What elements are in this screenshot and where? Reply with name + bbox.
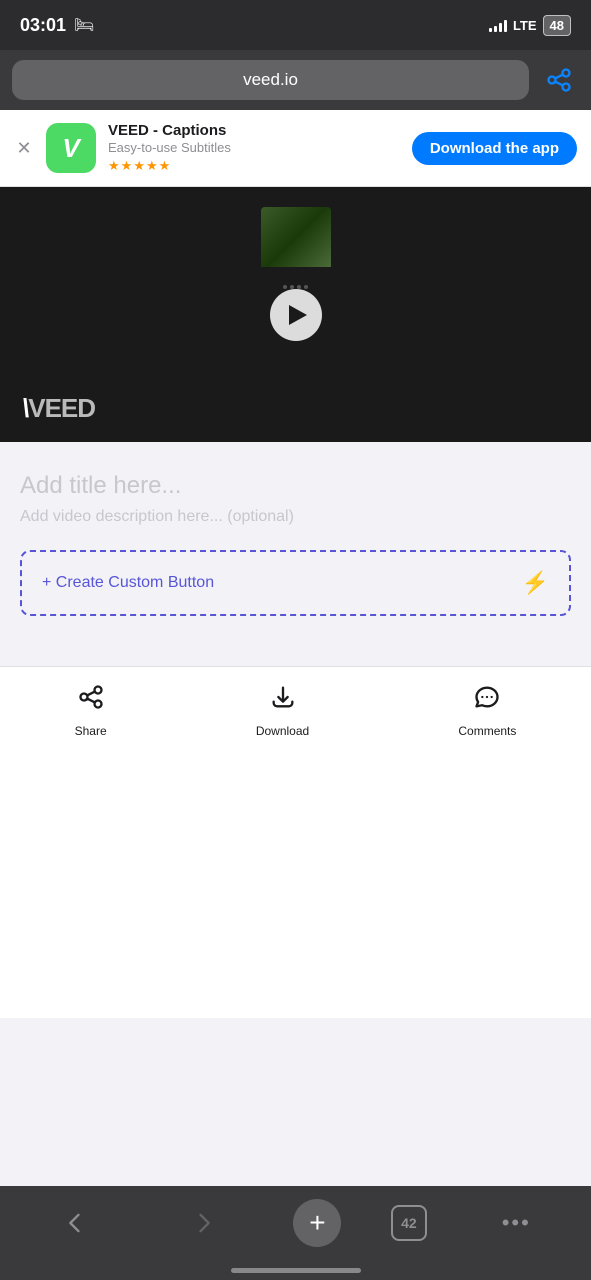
lightning-icon: ⚡ [522, 570, 549, 596]
bottom-nav: + 42 ••• [0, 1186, 591, 1280]
star-4: ★ [146, 158, 158, 174]
star-5: ★ [159, 158, 171, 174]
comments-label: Comments [458, 724, 516, 738]
app-subtitle: Easy-to-use Subtitles [108, 140, 400, 155]
url-text: veed.io [243, 70, 298, 90]
mini-control-dot-1 [283, 285, 287, 289]
signal-bar-3 [499, 23, 502, 32]
home-indicator-bar [231, 1268, 361, 1273]
custom-button-label: + Create Custom Button [42, 574, 214, 592]
app-stars: ★ ★ ★ ★ ★ [108, 158, 400, 174]
action-bar: Share Download Comments [0, 666, 591, 748]
home-indicator [0, 1260, 591, 1280]
status-icons: LTE 48 [489, 15, 571, 36]
signal-bar-1 [489, 28, 492, 32]
more-icon: ••• [502, 1210, 531, 1236]
comments-icon [473, 683, 501, 718]
signal-bars [489, 18, 507, 32]
signal-bar-4 [504, 20, 507, 32]
play-button[interactable] [270, 289, 322, 341]
app-icon: V [46, 123, 96, 173]
download-icon [269, 683, 297, 718]
mini-control-dot-4 [304, 285, 308, 289]
veed-logo-v: \ [22, 393, 28, 423]
app-info: VEED - Captions Easy-to-use Subtitles ★ … [108, 122, 400, 174]
share-icon [77, 683, 105, 718]
app-banner: ✕ V VEED - Captions Easy-to-use Subtitle… [0, 110, 591, 187]
back-button[interactable] [35, 1198, 115, 1248]
url-bar[interactable]: veed.io [12, 60, 529, 100]
battery-badge: 48 [543, 15, 571, 36]
veed-logo: \VEED [22, 393, 95, 424]
browser-bar: veed.io [0, 50, 591, 110]
app-name: VEED - Captions [108, 122, 400, 139]
new-tab-button[interactable]: + [293, 1199, 341, 1247]
create-custom-button[interactable]: + Create Custom Button ⚡ [20, 550, 571, 616]
more-button[interactable]: ••• [476, 1198, 556, 1248]
tabs-count: 42 [401, 1215, 417, 1231]
video-thumbnail-image [261, 207, 331, 267]
lte-label: LTE [513, 18, 537, 33]
status-bar: 03:01 🛏 LTE 48 [0, 0, 591, 50]
video-description-input[interactable]: Add video description here... (optional) [20, 508, 571, 526]
bed-icon: 🛏 [74, 15, 94, 35]
video-player[interactable]: \VEED [0, 187, 591, 442]
download-action[interactable]: Download [256, 683, 309, 738]
download-app-button[interactable]: Download the app [412, 132, 577, 165]
nav-buttons: + 42 ••• [0, 1186, 591, 1260]
new-tab-icon: + [309, 1209, 325, 1237]
comments-action[interactable]: Comments [458, 683, 516, 738]
download-label: Download [256, 724, 309, 738]
banner-close-button[interactable]: ✕ [14, 138, 34, 159]
signal-bar-2 [494, 26, 497, 32]
white-space [0, 748, 591, 1018]
share-action[interactable]: Share [75, 683, 107, 738]
star-2: ★ [121, 158, 133, 174]
star-1: ★ [108, 158, 120, 174]
video-title-input[interactable]: Add title here... [20, 472, 571, 500]
status-time: 03:01 [20, 15, 66, 36]
browser-share-button[interactable] [539, 60, 579, 100]
forward-button[interactable] [164, 1198, 244, 1248]
play-icon [289, 305, 307, 325]
tabs-button[interactable]: 42 [391, 1205, 427, 1241]
content-area: Add title here... Add video description … [0, 442, 591, 636]
share-label: Share [75, 724, 107, 738]
star-3: ★ [133, 158, 145, 174]
